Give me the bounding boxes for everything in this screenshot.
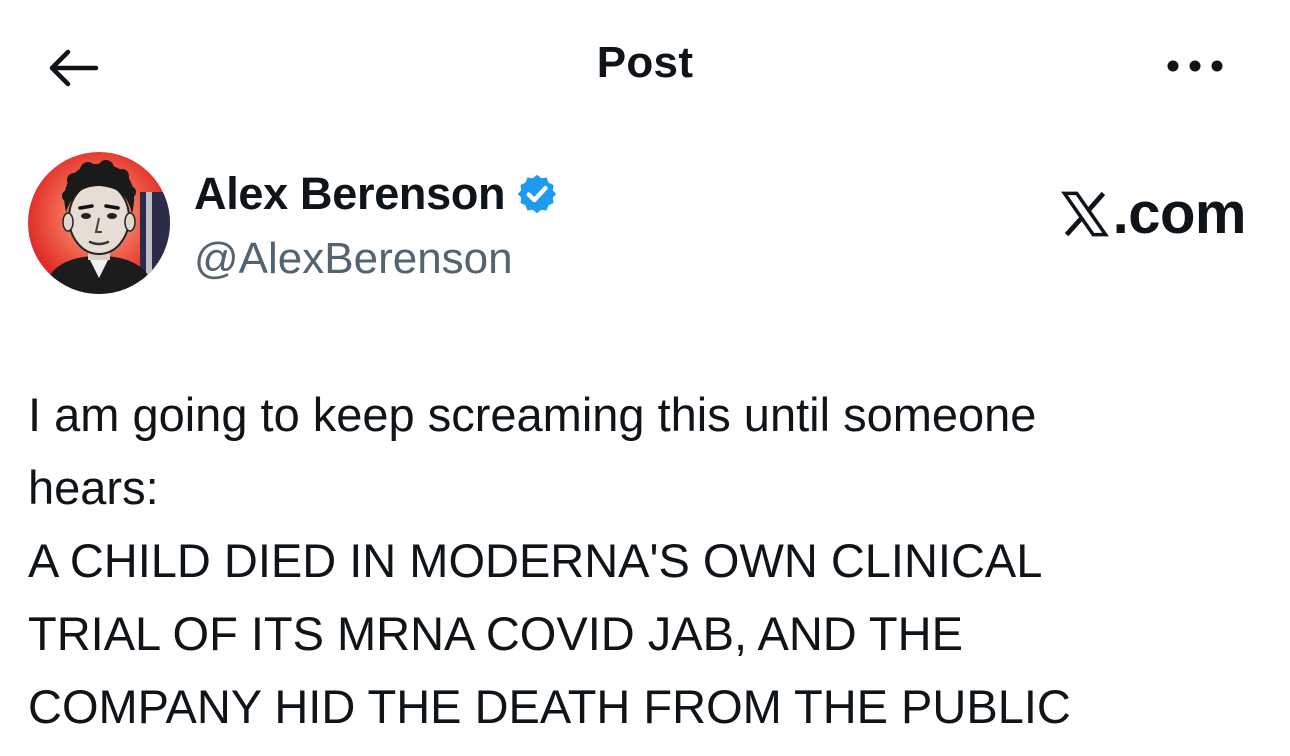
- x-com-watermark: .com: [1059, 180, 1247, 247]
- author-display-name[interactable]: Alex Berenson: [194, 168, 506, 220]
- post-text: I am going to keep screaming this until …: [28, 378, 1258, 743]
- post-text-line: I am going to keep screaming this until …: [28, 388, 1037, 441]
- post-text-line: TRIAL OF ITS MRNA COVID JAB, AND THE: [28, 607, 963, 660]
- avatar[interactable]: [28, 152, 170, 294]
- top-navigation-bar: Post: [0, 0, 1290, 130]
- author-name-row: Alex Berenson: [194, 168, 559, 220]
- verified-badge-icon: [517, 174, 557, 214]
- post-author: Alex Berenson @AlexBerenson .com: [28, 152, 1268, 302]
- watermark-text: .com: [1112, 181, 1247, 246]
- x-logo-icon: [1060, 191, 1109, 236]
- author-handle[interactable]: @AlexBerenson: [194, 234, 513, 284]
- post-text-line: hears:: [28, 461, 159, 514]
- page-title: Post: [596, 38, 694, 87]
- post-text-line: A CHILD DIED IN MODERNA'S OWN CLINICAL: [28, 534, 1043, 587]
- more-options-button[interactable]: [1160, 44, 1230, 88]
- more-horizontal-icon: [1167, 60, 1223, 72]
- avatar-portrait-icon: [28, 152, 170, 294]
- post-text-line: COMPANY HID THE DEATH FROM THE PUBLIC: [28, 680, 1071, 733]
